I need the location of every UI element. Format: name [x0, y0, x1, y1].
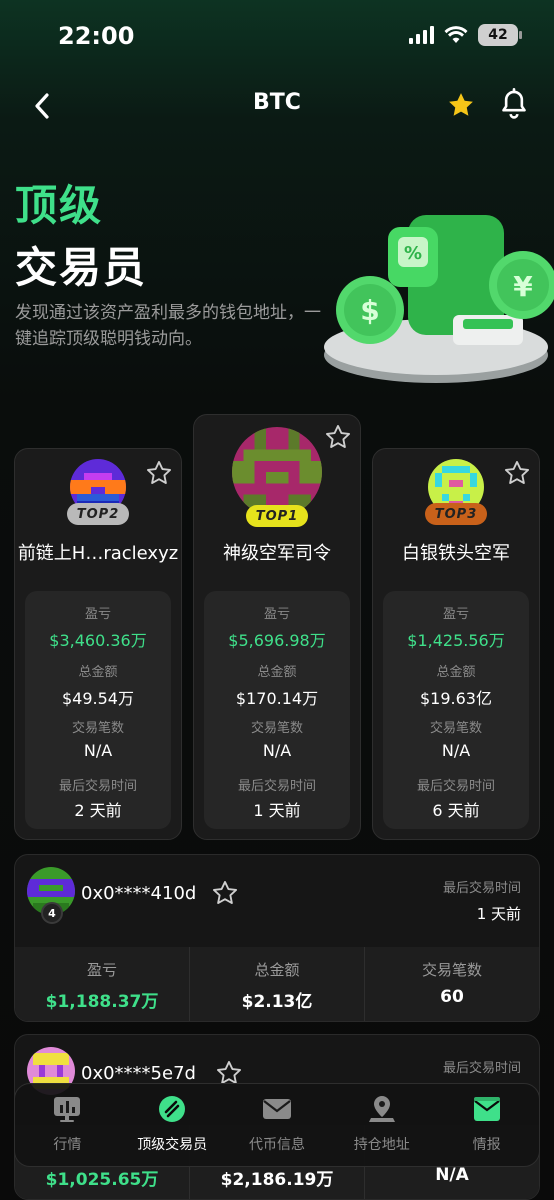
rank-badge: TOP3: [425, 503, 487, 525]
tab-label: 情报: [472, 1137, 501, 1153]
trader-name: 神级空军司令: [223, 543, 331, 564]
tab-label: 持仓地址: [353, 1137, 410, 1153]
pnl-value: $5,696.98万: [228, 631, 326, 650]
signal-icon: [409, 26, 434, 44]
bell-icon: [502, 88, 526, 119]
tab-label: 顶级交易员: [137, 1137, 208, 1153]
star-outline-icon[interactable]: [324, 423, 352, 451]
trades-value: 60: [440, 987, 464, 1007]
trades-value: N/A: [435, 1165, 469, 1185]
intel-icon: [471, 1094, 503, 1124]
pnl-value: $1,425.56万: [407, 631, 505, 650]
tab-intel[interactable]: 情报: [434, 1084, 539, 1166]
star-filled-icon: [449, 93, 473, 116]
trades-label: 交易笔数: [250, 721, 303, 736]
mail-icon: [261, 1094, 293, 1124]
favorite-button[interactable]: [446, 90, 476, 124]
trader-name: 白银铁头空军: [402, 543, 510, 564]
avatar: [232, 427, 322, 517]
last-trade-label: 最后交易时间: [416, 779, 495, 794]
total-label: 总金额: [257, 665, 297, 680]
hero-title-accent: 顶级: [15, 181, 104, 230]
trades-label: 交易笔数: [421, 961, 482, 979]
total-value: $49.54万: [62, 689, 134, 708]
trades-label: 交易笔数: [429, 721, 482, 736]
trades-value: N/A: [262, 741, 292, 760]
list-item-header: 4 0x0****410d 最后交易时间 1 天前: [15, 855, 539, 947]
pnl-value: $1,025.65万: [45, 1170, 159, 1190]
total-column: 总金额 $2.13亿: [190, 947, 365, 1021]
podium-card-top2[interactable]: TOP2 前链上H…raclexyz 盈亏 $3,460.36万 总金额 $49…: [14, 448, 182, 840]
trader-name: 前链上H…raclexyz: [17, 543, 179, 564]
tab-holders[interactable]: 持仓地址: [329, 1084, 434, 1166]
tab-market[interactable]: 行情: [15, 1084, 120, 1166]
tab-token-info[interactable]: 代币信息: [225, 1084, 330, 1166]
status-icons: 42: [409, 24, 522, 46]
last-trade-value: 1 天前: [476, 905, 521, 923]
last-trade-value: 2 天前: [74, 801, 122, 820]
last-trade-label: 最后交易时间: [237, 779, 316, 794]
pnl-label: 盈亏: [84, 607, 111, 622]
pnl-value: $3,460.36万: [49, 631, 147, 650]
total-value: $2,186.19万: [220, 1170, 334, 1190]
rank-badge: TOP1: [246, 505, 308, 527]
svg-text:$: $: [360, 294, 379, 327]
rank-badge: TOP2: [67, 503, 129, 525]
trades-value: N/A: [83, 741, 113, 760]
wifi-icon: [444, 26, 468, 43]
last-trade-label: 最后交易时间: [442, 881, 521, 896]
svg-text:%: %: [404, 243, 422, 264]
wallet-address: 0x0****5e7d: [81, 1063, 196, 1084]
stats-box: 盈亏 $3,460.36万 总金额 $49.54万 交易笔数 N/A 最后交易时…: [25, 591, 171, 829]
trader-icon: [156, 1094, 188, 1124]
pnl-column: 盈亏 $1,188.37万: [15, 947, 190, 1021]
pnl-label: 盈亏: [442, 607, 469, 622]
hero-title: 交易员: [15, 243, 148, 292]
status-bar: 22:00 42: [0, 0, 554, 72]
wallet-address: 0x0****410d: [81, 883, 197, 904]
battery-icon: 42: [478, 24, 522, 46]
tab-label: 代币信息: [248, 1137, 305, 1153]
list-item-stats: 盈亏 $1,188.37万 总金额 $2.13亿 交易笔数 60: [15, 947, 539, 1021]
chart-icon: [51, 1094, 83, 1124]
pnl-label: 盈亏: [263, 607, 290, 622]
bottom-tab-bar: 行情 顶级交易员 代币信息 持仓地址 情报: [14, 1083, 540, 1167]
hero-description: 发现通过该资产盈利最多的钱包地址，一键追踪顶级聪明钱动向。: [15, 303, 321, 349]
pnl-label: 盈亏: [86, 961, 117, 979]
trading-machine-illustration: % $ ¥: [324, 215, 554, 383]
rank-badge: 4: [41, 902, 63, 924]
star-outline-icon[interactable]: [211, 879, 239, 907]
last-trade-value: 6 天前: [432, 801, 480, 820]
total-label: 总金额: [254, 961, 300, 979]
svg-text:¥: ¥: [513, 270, 533, 303]
trader-list-item[interactable]: 4 0x0****410d 最后交易时间 1 天前 盈亏 $1,188.37万 …: [14, 854, 540, 1022]
podium-card-top1[interactable]: TOP1 神级空军司令 盈亏 $5,696.98万 总金额 $170.14万 交…: [193, 414, 361, 840]
stats-box: 盈亏 $1,425.56万 总金额 $19.63亿 交易笔数 N/A 最后交易时…: [383, 591, 529, 829]
star-outline-icon[interactable]: [503, 459, 531, 487]
trades-label: 交易笔数: [71, 721, 124, 736]
total-label: 总金额: [78, 665, 118, 680]
top-nav: BTC: [0, 80, 554, 132]
notification-button[interactable]: [498, 88, 530, 126]
podium-card-top3[interactable]: TOP3 白银铁头空军 盈亏 $1,425.56万 总金额 $19.63亿 交易…: [372, 448, 540, 840]
tab-label: 行情: [53, 1137, 82, 1153]
map-pin-icon: [366, 1094, 398, 1124]
trades-value: N/A: [441, 741, 471, 760]
total-value: $19.63亿: [420, 689, 492, 708]
star-outline-icon[interactable]: [145, 459, 173, 487]
last-trade-label: 最后交易时间: [58, 779, 137, 794]
last-trade-label: 最后交易时间: [442, 1061, 521, 1076]
tab-top-traders[interactable]: 顶级交易员: [120, 1084, 225, 1166]
trades-column: 交易笔数 60: [365, 947, 539, 1021]
stats-box: 盈亏 $5,696.98万 总金额 $170.14万 交易笔数 N/A 最后交易…: [204, 591, 350, 829]
total-value: $170.14万: [235, 689, 319, 708]
pnl-value: $1,188.37万: [45, 992, 159, 1012]
total-label: 总金额: [436, 665, 476, 680]
status-time: 22:00: [58, 22, 135, 50]
total-value: $2.13亿: [241, 992, 313, 1012]
last-trade-value: 1 天前: [253, 801, 301, 820]
